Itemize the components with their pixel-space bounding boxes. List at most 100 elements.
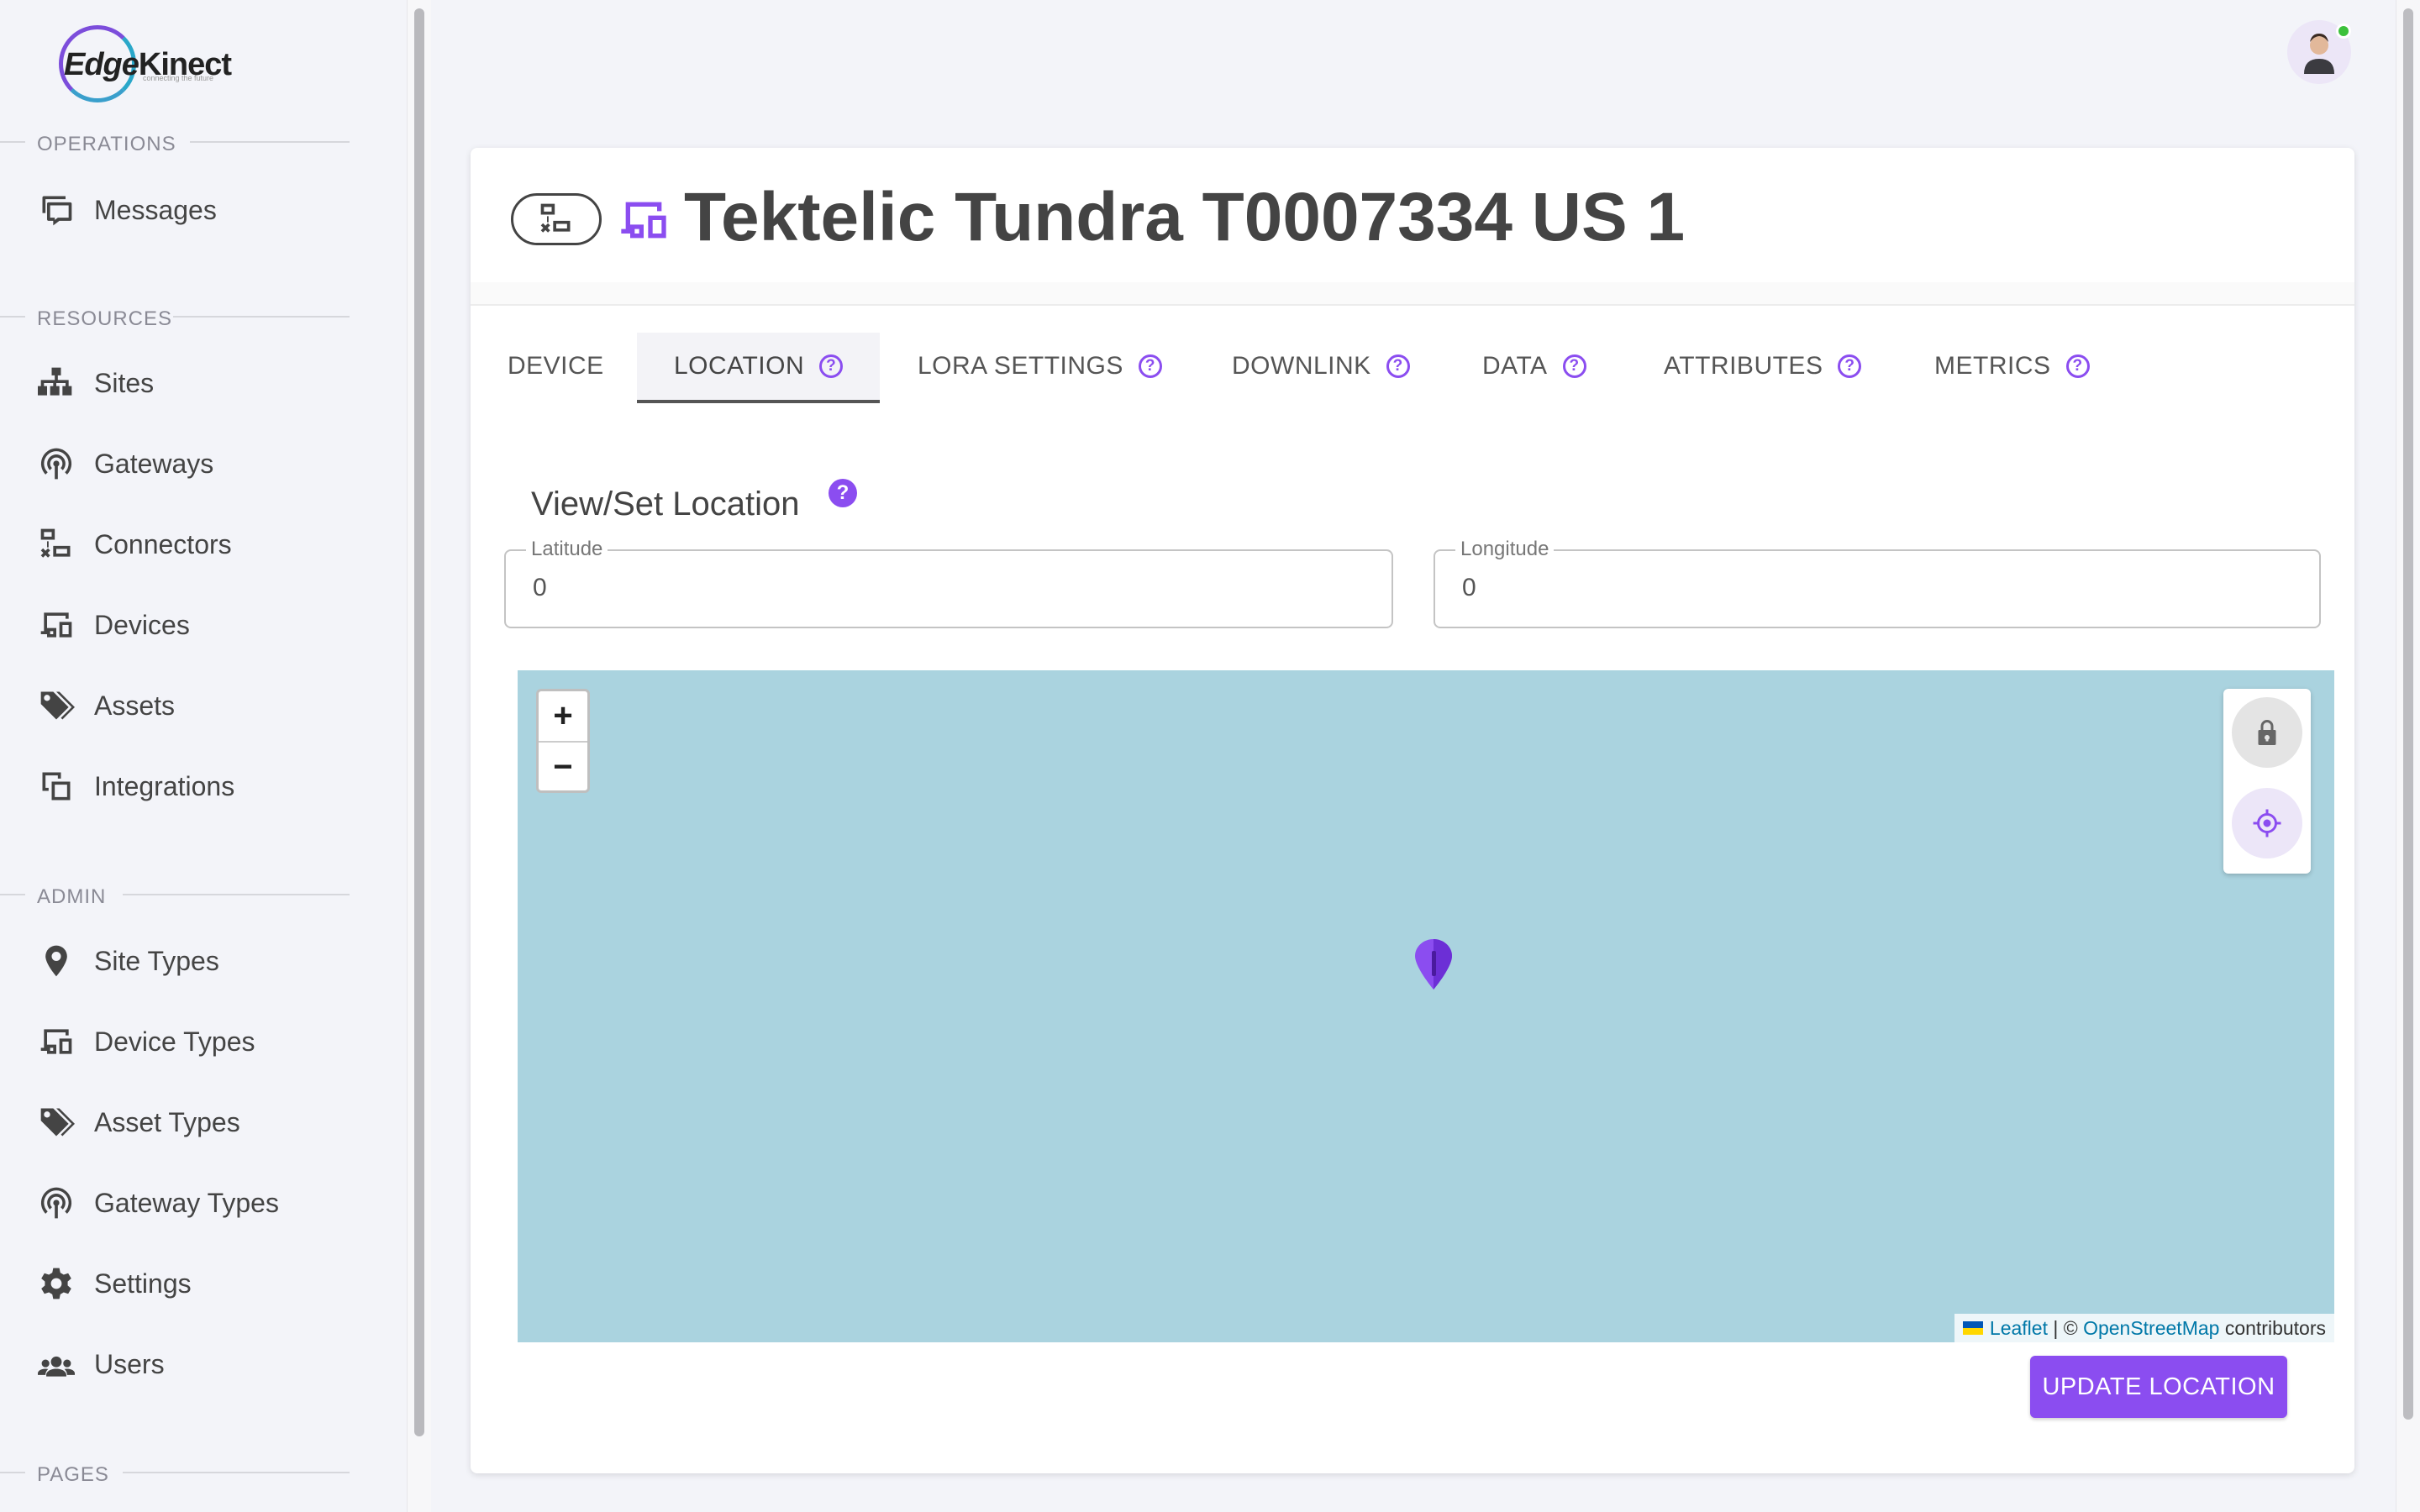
section-pages: PAGES bbox=[0, 1463, 350, 1487]
connector-toggle-button[interactable] bbox=[511, 193, 602, 245]
edgekinect-logo[interactable]: EdgeKinect connecting the future bbox=[59, 25, 244, 109]
latitude-field[interactable]: Latitude bbox=[504, 538, 1393, 628]
integrations-icon bbox=[37, 767, 76, 806]
section-resources: RESOURCES bbox=[0, 307, 350, 331]
sidebar-item-label: Sites bbox=[94, 367, 155, 398]
longitude-input[interactable] bbox=[1460, 573, 2216, 603]
tab-label: ATTRIBUTES bbox=[1664, 352, 1823, 380]
attribution-contributors: contributors bbox=[2219, 1316, 2326, 1339]
sidebar-item-asset-types[interactable]: Asset Types bbox=[37, 1097, 356, 1147]
card-header: Tektelic Tundra T0007334 US 1 bbox=[471, 148, 2354, 284]
sidebar-item-label: Device Types bbox=[94, 1026, 255, 1057]
sidebar-item-label: Site Types bbox=[94, 945, 219, 976]
users-icon bbox=[37, 1345, 76, 1383]
tags-icon bbox=[37, 686, 76, 725]
help-icon[interactable]: ? bbox=[2065, 354, 2090, 378]
tab-data[interactable]: DATA ? bbox=[1482, 333, 1586, 400]
connectors-icon bbox=[37, 525, 76, 564]
help-icon[interactable]: ? bbox=[1386, 354, 1410, 378]
latitude-label: Latitude bbox=[526, 538, 608, 561]
device-card: Tektelic Tundra T0007334 US 1 DEVICE LOC… bbox=[471, 148, 2354, 1473]
messages-icon bbox=[37, 191, 76, 229]
section-admin: ADMIN bbox=[0, 885, 350, 909]
tab-label: DATA bbox=[1482, 352, 1548, 380]
tab-bar: DEVICE LOCATION ? LORA SETTINGS ? DOWNLI… bbox=[471, 333, 2354, 403]
section-operations: OPERATIONS bbox=[0, 133, 350, 156]
sidebar-item-devices[interactable]: Devices bbox=[37, 600, 356, 650]
longitude-label: Longitude bbox=[1455, 538, 1555, 561]
sidebar-item-messages[interactable]: Messages bbox=[37, 185, 356, 235]
page-title: Tektelic Tundra T0007334 US 1 bbox=[684, 179, 1686, 255]
devices-icon bbox=[37, 606, 76, 644]
logo-tagline: connecting the future bbox=[143, 74, 214, 82]
devices-icon bbox=[617, 193, 671, 247]
sidebar-scrollbar-thumb[interactable] bbox=[414, 8, 424, 1436]
leaflet-link[interactable]: Leaflet bbox=[1990, 1317, 2048, 1340]
section-label: RESOURCES bbox=[37, 307, 187, 331]
sidebar-item-label: Connectors bbox=[94, 528, 232, 559]
help-icon[interactable]: ? bbox=[829, 479, 857, 507]
tab-label: LOCATION bbox=[674, 352, 805, 380]
sidebar-item-label: Users bbox=[94, 1348, 165, 1379]
sidebar-item-label: Messages bbox=[94, 194, 217, 225]
sidebar-item-gateway-types[interactable]: Gateway Types bbox=[37, 1178, 356, 1228]
page-scrollbar-thumb[interactable] bbox=[2403, 8, 2413, 1420]
section-label: PAGES bbox=[37, 1463, 123, 1487]
help-icon[interactable]: ? bbox=[1138, 354, 1162, 378]
sitemap-icon bbox=[37, 364, 76, 402]
gateway-icon bbox=[37, 1184, 76, 1222]
sidebar-item-label: Gateway Types bbox=[94, 1187, 279, 1218]
sidebar-item-site-types[interactable]: Site Types bbox=[37, 936, 356, 986]
help-icon[interactable]: ? bbox=[1838, 354, 1862, 378]
lock-button[interactable] bbox=[2232, 697, 2302, 768]
zoom-out-button[interactable]: − bbox=[539, 743, 587, 792]
tab-location[interactable]: LOCATION ? bbox=[637, 333, 881, 403]
sidebar-item-gateways[interactable]: Gateways bbox=[37, 438, 356, 489]
sidebar-item-connectors[interactable]: Connectors bbox=[37, 519, 356, 570]
lock-icon bbox=[2258, 720, 2276, 745]
zoom-in-button[interactable]: + bbox=[539, 691, 587, 743]
longitude-field[interactable]: Longitude bbox=[1434, 538, 2321, 628]
tab-attributes[interactable]: ATTRIBUTES ? bbox=[1664, 333, 1862, 400]
tab-label: DEVICE bbox=[508, 352, 604, 380]
latitude-input[interactable] bbox=[531, 573, 1287, 603]
openstreetmap-link[interactable]: OpenStreetMap bbox=[2083, 1317, 2219, 1340]
page-scrollbar[interactable] bbox=[2396, 0, 2420, 1512]
update-location-button[interactable]: UPDATE LOCATION bbox=[2030, 1356, 2287, 1418]
sidebar-item-label: Integrations bbox=[94, 770, 235, 801]
tab-label: DOWNLINK bbox=[1232, 352, 1371, 380]
location-pin-icon[interactable] bbox=[1413, 937, 1454, 995]
crosshair-icon bbox=[2253, 809, 2281, 837]
sidebar-scrollbar[interactable] bbox=[407, 0, 431, 1512]
sidebar-item-label: Assets bbox=[94, 690, 176, 721]
tab-label: LORA SETTINGS bbox=[918, 352, 1123, 380]
section-label: OPERATIONS bbox=[37, 133, 190, 156]
gateway-icon bbox=[37, 444, 76, 483]
gear-icon bbox=[37, 1264, 76, 1303]
tab-lora-settings[interactable]: LORA SETTINGS ? bbox=[918, 333, 1162, 400]
tab-metrics[interactable]: METRICS ? bbox=[1934, 333, 2090, 400]
tab-downlink[interactable]: DOWNLINK ? bbox=[1232, 333, 1410, 400]
sidebar-item-integrations[interactable]: Integrations bbox=[37, 761, 356, 811]
help-icon[interactable]: ? bbox=[819, 354, 844, 378]
tab-device[interactable]: DEVICE bbox=[508, 333, 604, 400]
location-map[interactable]: + − Leaflet | © OpenStreetMap contributo… bbox=[518, 670, 2334, 1342]
devices-icon bbox=[37, 1022, 76, 1061]
sidebar-item-sites[interactable]: Sites bbox=[37, 358, 356, 408]
sidebar-item-settings[interactable]: Settings bbox=[37, 1258, 356, 1309]
attribution-separator: | © bbox=[2047, 1316, 2084, 1339]
sidebar-item-label: Asset Types bbox=[94, 1106, 240, 1137]
locate-button[interactable] bbox=[2232, 788, 2302, 858]
tags-icon bbox=[37, 1103, 76, 1142]
tab-label: METRICS bbox=[1934, 352, 2051, 380]
online-status-dot bbox=[2336, 24, 2351, 39]
help-icon[interactable]: ? bbox=[1562, 354, 1586, 378]
sidebar-item-assets[interactable]: Assets bbox=[37, 680, 356, 731]
sidebar-item-users[interactable]: Users bbox=[37, 1339, 356, 1389]
sidebar-item-label: Gateways bbox=[94, 448, 214, 479]
map-action-controls bbox=[2223, 689, 2311, 874]
sidebar-item-label: Settings bbox=[94, 1268, 192, 1299]
location-pin-icon bbox=[37, 942, 76, 980]
zoom-control: + − bbox=[536, 689, 590, 793]
sidebar-item-device-types[interactable]: Device Types bbox=[37, 1016, 356, 1067]
